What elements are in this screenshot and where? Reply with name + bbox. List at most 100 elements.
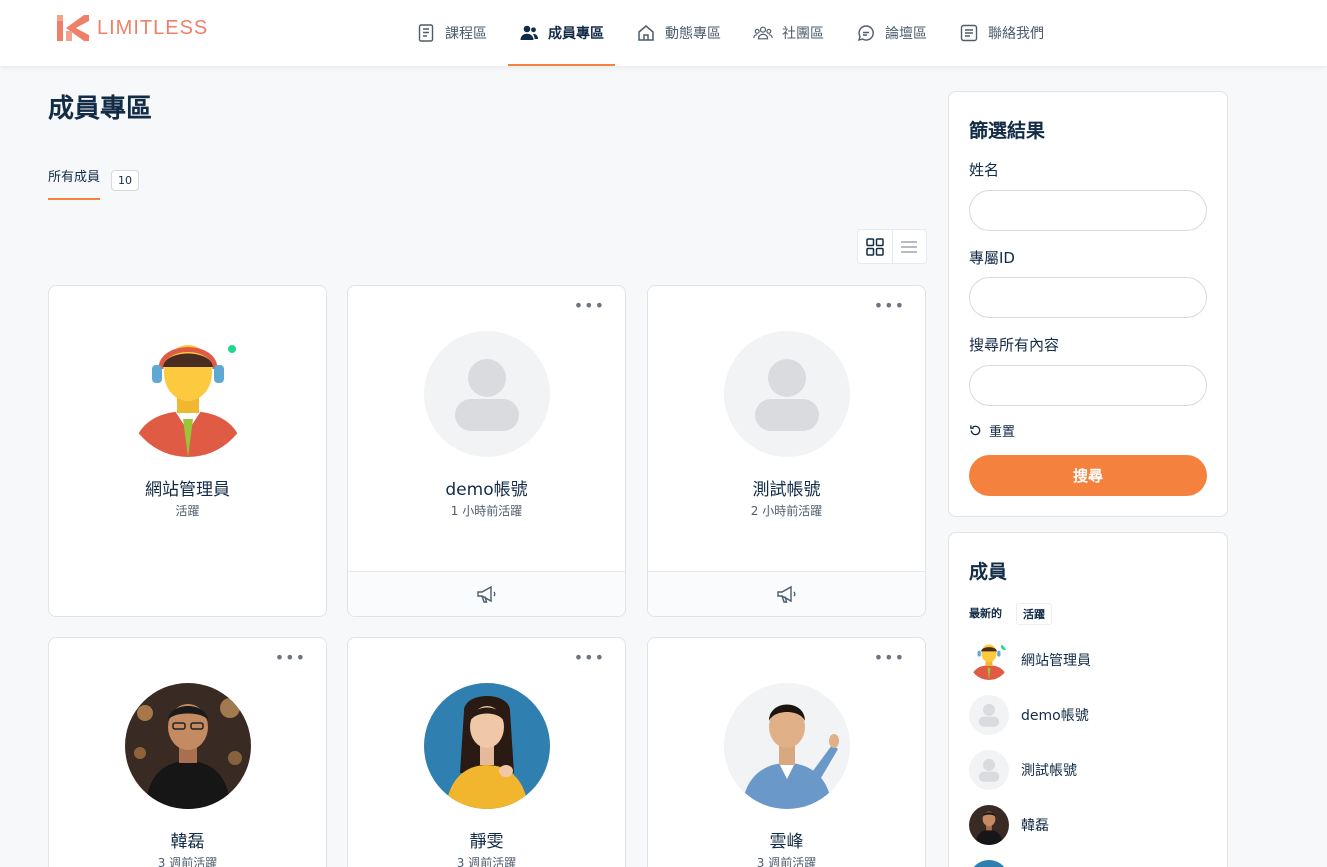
nav-label: 論壇區 (885, 26, 927, 42)
member-list-item[interactable]: demo帳號 (969, 695, 1089, 735)
home-icon (638, 25, 654, 41)
nav-label: 社團區 (782, 26, 824, 42)
name-field-label: 姓名 (969, 161, 1000, 179)
search-all-input[interactable] (969, 365, 1207, 406)
card-footer (348, 571, 625, 616)
member-name[interactable]: 測試帳號 (1021, 760, 1077, 780)
tab-newest[interactable]: 最新的 (969, 603, 1002, 625)
member-name[interactable]: 雲峰 (648, 827, 925, 852)
nav-contact[interactable]: 聯絡我們 (948, 0, 1055, 66)
members-widget-title: 成員 (969, 561, 1008, 583)
list-view-button[interactable] (891, 230, 926, 263)
man-street-photo (125, 683, 251, 809)
nav-label: 課程區 (445, 26, 487, 42)
users-icon (520, 25, 539, 40)
tab-all-members[interactable]: 所有成員 (48, 166, 101, 200)
logo-icon (57, 15, 89, 41)
avatar[interactable] (969, 805, 1009, 845)
online-status-dot (1000, 642, 1009, 651)
site-logo[interactable]: LIMITLESS (56, 11, 208, 45)
contact-card-icon (960, 24, 978, 42)
avatar[interactable] (424, 683, 550, 809)
member-card[interactable]: ••• 韓磊 3 週前活躍 (48, 637, 327, 867)
name-input[interactable] (969, 190, 1207, 231)
user-placeholder-icon (755, 359, 819, 431)
main-nav: 課程區 成員專區 動態專區 社團區 論壇區 聯絡我們 (405, 0, 1065, 66)
member-name[interactable]: 網站管理員 (1021, 650, 1091, 670)
member-name[interactable]: demo帳號 (348, 475, 625, 500)
member-last-active: 3 週前活躍 (756, 856, 817, 867)
more-options-icon[interactable]: ••• (574, 298, 605, 314)
member-last-active: 3 週前活躍 (456, 856, 517, 867)
view-toggle (857, 229, 927, 264)
avatar[interactable] (724, 331, 850, 457)
grid-view-button[interactable] (858, 230, 892, 263)
member-name[interactable]: 測試帳號 (648, 475, 925, 500)
user-placeholder-icon (978, 703, 1000, 727)
top-header: LIMITLESS 課程區 成員專區 動態專區 社團區 論壇區 聯絡我們 (0, 0, 1327, 66)
member-card[interactable]: ••• 測試帳號 2 小時前活躍 (647, 285, 926, 617)
reset-button[interactable]: 重置 (969, 421, 1015, 440)
avatar[interactable] (969, 640, 1009, 680)
nav-members[interactable]: 成員專區 (508, 0, 615, 66)
member-name[interactable]: 網站管理員 (49, 475, 326, 500)
nav-activity[interactable]: 動態專區 (625, 0, 732, 66)
member-list-item[interactable]: 網站管理員 (969, 640, 1091, 680)
member-list-item[interactable]: 韓磊 (969, 805, 1049, 845)
logo-text: LIMITLESS (97, 16, 209, 39)
member-card[interactable]: ••• 靜雯 3 週前活躍 (347, 637, 626, 867)
avatar[interactable] (724, 683, 850, 809)
member-last-active: 3 週前活躍 (157, 856, 218, 867)
nav-label: 成員專區 (548, 26, 604, 42)
page-title: 成員專區 (48, 94, 153, 124)
more-options-icon[interactable]: ••• (275, 650, 306, 666)
more-options-icon[interactable]: ••• (874, 650, 905, 666)
woman-yellow-photo (424, 683, 550, 809)
man-street-photo (969, 805, 1009, 845)
megaphone-icon[interactable] (476, 584, 498, 604)
nav-groups[interactable]: 社團區 (742, 0, 835, 66)
members-widget: 成員 最新的 活躍 網站管理員 demo帳號 測試帳號 韓磊 (948, 532, 1228, 867)
member-name[interactable]: demo帳號 (1021, 705, 1089, 725)
more-options-icon[interactable]: ••• (874, 298, 905, 314)
member-last-active: 1 小時前活躍 (450, 504, 523, 518)
search-all-field-label: 搜尋所有內容 (969, 336, 1060, 354)
avatar[interactable] (424, 331, 550, 457)
grid-icon (866, 237, 884, 256)
nav-label: 聯絡我們 (988, 26, 1044, 42)
avatar[interactable] (969, 695, 1009, 735)
group-icon (753, 26, 773, 40)
search-button[interactable]: 搜尋 (969, 455, 1207, 496)
avatar[interactable] (969, 860, 1009, 867)
online-status-dot (227, 344, 237, 354)
id-field-label: 專屬ID (969, 249, 1015, 267)
nav-label: 動態專區 (665, 26, 721, 42)
more-options-icon[interactable]: ••• (574, 650, 605, 666)
nav-forums[interactable]: 論壇區 (845, 0, 938, 66)
reset-label: 重置 (989, 425, 1016, 440)
filter-panel: 篩選結果 姓名 專屬ID 搜尋所有內容 重置 搜尋 (948, 91, 1228, 517)
member-list-item[interactable] (969, 860, 1009, 867)
members-widget-tabs: 最新的 活躍 (969, 603, 1052, 625)
member-name[interactable]: 韓磊 (49, 827, 326, 852)
tab-active[interactable]: 活躍 (1016, 603, 1052, 625)
member-list-item[interactable]: 測試帳號 (969, 750, 1077, 790)
avatar[interactable] (125, 683, 251, 809)
member-last-active: 2 小時前活躍 (750, 504, 823, 518)
member-name[interactable]: 靜雯 (348, 827, 625, 852)
chat-icon (857, 25, 874, 42)
megaphone-icon[interactable] (776, 584, 798, 604)
avatar[interactable] (969, 750, 1009, 790)
user-placeholder-icon (978, 758, 1000, 782)
filter-title: 篩選結果 (969, 120, 1046, 142)
reset-icon (970, 425, 981, 436)
members-count-badge: 10 (111, 170, 139, 191)
member-name[interactable]: 韓磊 (1021, 815, 1049, 835)
card-footer (648, 571, 925, 616)
member-card[interactable]: ••• 雲峰 3 週前活躍 (647, 637, 926, 867)
member-card[interactable]: 網站管理員 活躍 (48, 285, 327, 617)
list-icon (901, 240, 918, 253)
nav-courses[interactable]: 課程區 (405, 0, 498, 66)
member-card[interactable]: ••• demo帳號 1 小時前活躍 (347, 285, 626, 617)
id-input[interactable] (969, 277, 1207, 318)
